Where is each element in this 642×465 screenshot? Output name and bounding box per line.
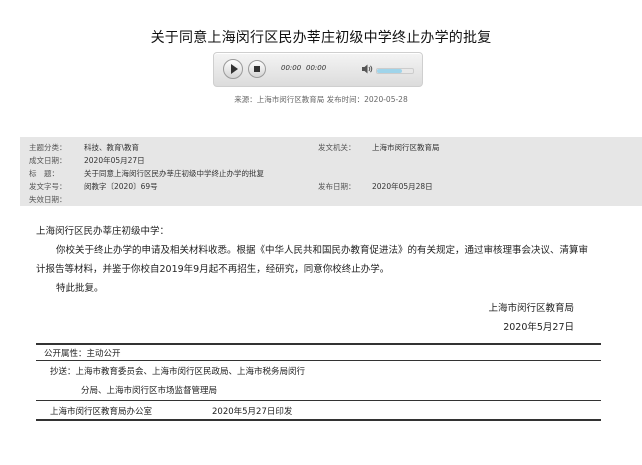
cc-line-2: 分局、上海市闵行区市场监督管理局	[81, 386, 218, 396]
cc-line-1: 抄送：上海市教育委员会、上海市闵行区民政局、上海市税务局闵行	[50, 367, 306, 377]
written-date-label: 成文日期：	[29, 156, 67, 165]
issuer-label: 发文机关：	[318, 143, 356, 152]
page-title: 关于同意上海闵行区民办莘庄初级中学终止办学的批复	[150, 30, 492, 46]
topic-label: 主题分类：	[29, 143, 67, 152]
disclosure-attribute: 公开属性：主动公开	[44, 349, 121, 359]
divider	[36, 360, 601, 361]
closing-paragraph: 特此批复。	[56, 283, 104, 294]
doc-title-value: 关于同意上海闵行区民办莘庄初级中学终止办学的批复	[84, 169, 264, 178]
stop-icon	[254, 66, 260, 72]
signature-date: 2020年5月27日	[503, 322, 574, 333]
current-time: 00:00	[281, 64, 302, 72]
doc-number-label: 发文字号：	[29, 182, 67, 191]
body-paragraph: 你校关于终止办学的申请及相关材料收悉。根据《中华人民共和国民办教育促进法》的有关…	[36, 245, 589, 275]
play-icon	[230, 64, 238, 74]
document-body: 上海闵行区民办莘庄初级中学： 你校关于终止办学的申请及相关材料收悉。根据《中华人…	[36, 222, 596, 298]
publish-date-label: 发布日期：	[318, 182, 356, 191]
issuing-office: 上海市闵行区教育局办公室	[50, 407, 153, 417]
duration-time: 00:00	[306, 64, 327, 72]
source-line: 来源：上海市闵行区教育局 发布时间：2020-05-28	[234, 95, 408, 104]
audio-player: 00:00 00:00	[213, 52, 423, 87]
publish-date-value: 2020年05月28日	[372, 182, 433, 191]
divider	[36, 419, 601, 421]
issuer-value: 上海市闵行区教育局	[372, 143, 440, 152]
metadata-panel: 主题分类： 科技、教育\教育 发文机关： 上海市闵行区教育局 成文日期： 202…	[20, 137, 642, 206]
salutation: 上海闵行区民办莘庄初级中学：	[36, 226, 170, 237]
play-button[interactable]	[223, 59, 243, 79]
stop-button[interactable]	[248, 60, 266, 78]
doc-number-value: 闵教字〔2020〕69号	[84, 182, 158, 191]
volume-icon[interactable]	[361, 63, 373, 75]
expire-date-label: 失效日期：	[29, 195, 67, 204]
divider	[36, 343, 601, 345]
volume-slider[interactable]	[376, 68, 414, 74]
print-date: 2020年5月27日印发	[212, 407, 293, 417]
signature-org: 上海市闵行区教育局	[488, 303, 574, 314]
topic-value: 科技、教育\教育	[84, 143, 140, 152]
written-date-value: 2020年05月27日	[84, 156, 145, 165]
divider	[36, 400, 601, 401]
volume-level	[377, 69, 403, 73]
doc-title-label: 标 题：	[29, 169, 59, 178]
